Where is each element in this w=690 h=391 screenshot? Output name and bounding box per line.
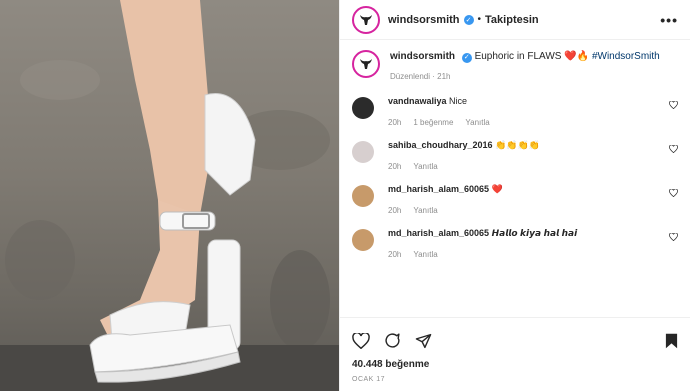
comment-text: Nice <box>449 96 468 106</box>
comment-item: md_harish_alam_60065 𝙃𝙖𝙡𝙡𝙤 𝙠𝙞𝙮𝙖 𝙝𝙖𝙡 𝙝𝙖𝙞 … <box>352 227 678 259</box>
comment-like-heart-icon[interactable] <box>669 101 678 109</box>
comment-likes[interactable]: 1 beğenme <box>413 118 453 127</box>
reply-button[interactable]: Yanıtla <box>413 206 437 215</box>
comment-time: 20h <box>388 250 402 259</box>
caption-emojis: ❤️🔥 <box>564 51 590 62</box>
author-username[interactable]: windsorsmith <box>388 14 460 26</box>
comment-username[interactable]: md_harish_alam_60065 <box>388 184 489 194</box>
comment-item: sahiba_choudhary_2016 👏👏👏👏 20h Yanıtla <box>352 139 678 171</box>
reply-button[interactable]: Yanıtla <box>413 250 437 259</box>
author-avatar[interactable] <box>352 5 380 34</box>
comment-icon[interactable] <box>384 332 401 349</box>
post-caption: windsorsmith ✓ Euphoric in FLAWS ❤️🔥 #Wi… <box>352 50 678 81</box>
comment-text: 👏👏👏👏 <box>495 140 540 150</box>
follow-status-button[interactable]: Takiptesin <box>485 14 539 26</box>
commenter-avatar[interactable] <box>352 229 374 251</box>
verified-badge-icon: ✓ <box>463 14 474 25</box>
comment-like-heart-icon[interactable] <box>669 145 678 153</box>
verified-badge-icon: ✓ <box>461 53 472 63</box>
post-date: OCAK 17 <box>352 376 386 383</box>
save-bookmark-icon[interactable] <box>665 333 678 349</box>
comment-item: md_harish_alam_60065 ❤️ 20h Yanıtla <box>352 183 678 215</box>
comment-username[interactable]: sahiba_choudhary_2016 <box>388 140 493 150</box>
post-side-panel: windsorsmith ✓ • Takiptesin ••• windsors… <box>339 0 690 391</box>
bull-logo-icon <box>360 14 372 25</box>
like-heart-icon[interactable] <box>352 332 370 349</box>
post-photo[interactable] <box>0 0 339 391</box>
post-actions-bar <box>340 317 690 363</box>
comment-username[interactable]: vandnawaliya <box>388 96 447 106</box>
caption-username[interactable]: windsorsmith <box>390 51 455 62</box>
commenter-avatar[interactable] <box>352 141 374 163</box>
comment-like-heart-icon[interactable] <box>669 189 678 197</box>
comment-time: 20h <box>388 206 402 215</box>
caption-hashtag[interactable]: #WindsorSmith <box>592 51 660 62</box>
comment-time: 20h <box>388 118 402 127</box>
edited-label: Düzenlendi <box>390 72 431 81</box>
comment-text: 𝙃𝙖𝙡𝙡𝙤 𝙠𝙞𝙮𝙖 𝙝𝙖𝙡 𝙝𝙖𝙞 <box>491 228 578 238</box>
caption-text: Euphoric in FLAWS <box>474 51 562 62</box>
more-options-icon[interactable]: ••• <box>660 12 678 28</box>
like-count[interactable]: 40.448 beğenme <box>340 359 690 370</box>
sandal-photo-illustration <box>0 0 339 391</box>
caption-avatar[interactable] <box>352 50 380 78</box>
reply-button[interactable]: Yanıtla <box>465 118 489 127</box>
commenter-avatar[interactable] <box>352 97 374 119</box>
comment-username[interactable]: md_harish_alam_60065 <box>388 228 489 238</box>
bull-logo-icon <box>360 59 372 69</box>
comment-item: vandnawaliya Nice 20h 1 beğenme Yanıtla <box>352 95 678 127</box>
commenter-avatar[interactable] <box>352 185 374 207</box>
share-icon[interactable] <box>415 333 432 349</box>
reply-button[interactable]: Yanıtla <box>413 162 437 171</box>
comments-list[interactable]: windsorsmith ✓ Euphoric in FLAWS ❤️🔥 #Wi… <box>340 40 690 317</box>
caption-time: 21h <box>437 72 451 81</box>
instagram-post: windsorsmith ✓ • Takiptesin ••• windsors… <box>0 0 690 391</box>
separator-dot: • <box>477 14 482 25</box>
comment-time: 20h <box>388 162 402 171</box>
comment-like-heart-icon[interactable] <box>669 233 678 241</box>
comment-text: ❤️ <box>491 184 503 194</box>
post-header: windsorsmith ✓ • Takiptesin ••• <box>340 0 690 40</box>
